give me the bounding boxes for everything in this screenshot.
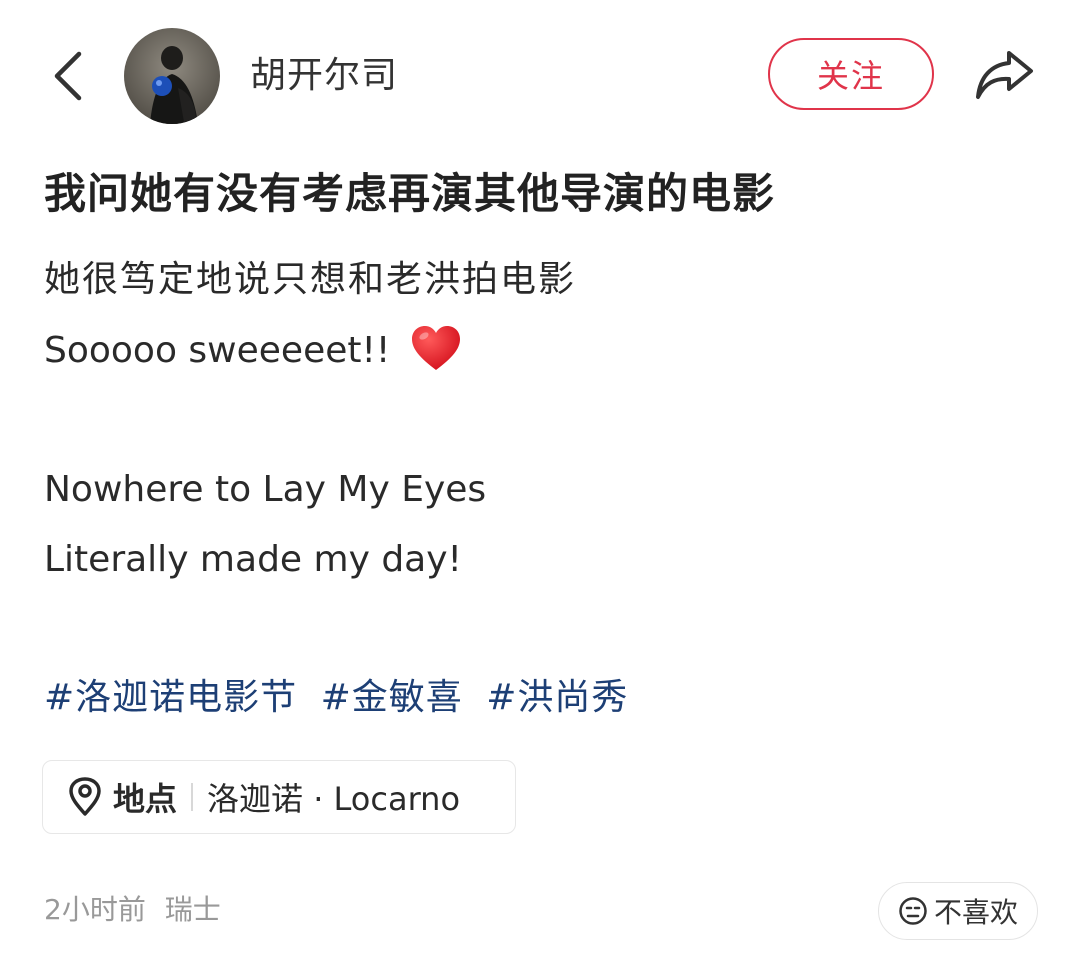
body-line-1: 她很笃定地说只想和老洪拍电影	[44, 259, 577, 300]
post-meta: 2小时前 瑞士	[44, 890, 231, 930]
post-title: 我问她有没有考虑再演其他导演的电影	[44, 169, 776, 218]
body-line-4: Literally made my day!	[44, 539, 462, 580]
body-line-2-wrap: Sooooo sweeeeet!!	[44, 324, 462, 375]
share-button[interactable]	[968, 42, 1040, 108]
location-pin-icon	[67, 777, 103, 817]
author-name[interactable]: 胡开尔司	[250, 52, 398, 100]
heart-icon	[411, 326, 460, 370]
hashtag-list: #洛迦诺电影节 #金敏喜 #洪尚秀	[44, 674, 640, 722]
location-name: 洛迦诺 · Locarno	[207, 780, 461, 818]
dislike-button[interactable]: 不喜欢	[878, 882, 1038, 940]
back-button[interactable]	[40, 44, 96, 108]
neutral-face-icon	[899, 897, 927, 925]
chevron-left-icon	[54, 51, 82, 101]
location-chip[interactable]: 地点 洛迦诺 · Locarno	[42, 760, 516, 834]
body-line-3: Nowhere to Lay My Eyes	[44, 469, 487, 510]
post-time: 2小时前	[44, 893, 146, 926]
dislike-label: 不喜欢	[933, 896, 1018, 929]
location-label: 地点	[113, 780, 178, 818]
post-region: 瑞士	[164, 893, 221, 926]
share-icon	[976, 51, 1033, 99]
hashtag-link[interactable]: #洛迦诺电影节	[44, 677, 297, 718]
location-divider	[191, 783, 194, 811]
avatar[interactable]	[124, 28, 220, 124]
avatar-image	[124, 28, 220, 124]
hashtag-link[interactable]: #洪尚秀	[486, 677, 628, 718]
hashtag-link[interactable]: #金敏喜	[321, 677, 463, 718]
follow-button[interactable]: 关注	[768, 38, 934, 110]
body-line-2: Sooooo sweeeeet!!	[44, 330, 391, 371]
